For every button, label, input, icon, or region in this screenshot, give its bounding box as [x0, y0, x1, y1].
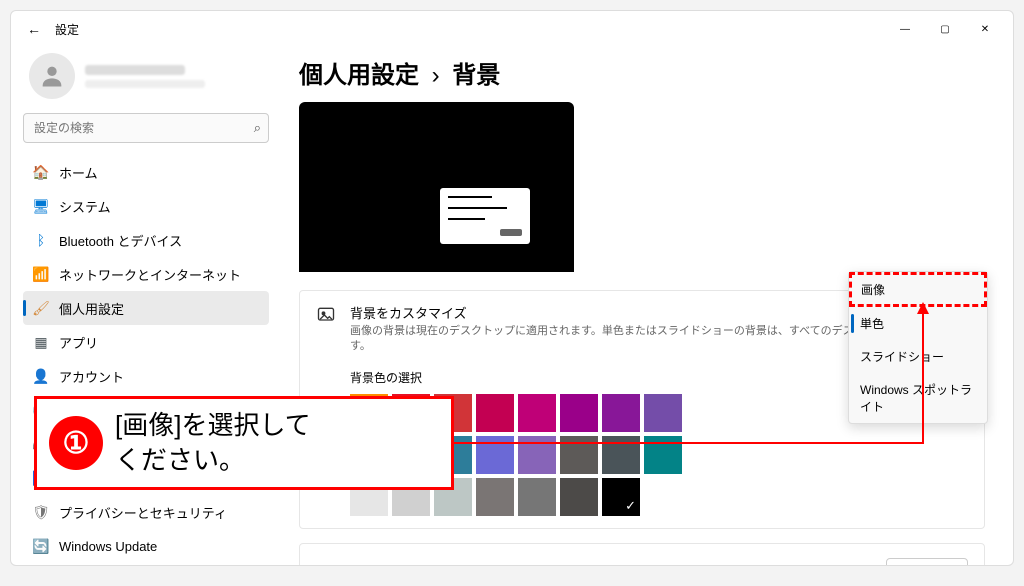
- sidebar-item-priv[interactable]: 🛡 プライバシーとセキュリティ: [23, 495, 269, 529]
- breadcrumb-sep: ›: [432, 62, 440, 89]
- sidebar-item-label: 個人用設定: [59, 299, 124, 318]
- annotation-arrow: [454, 442, 924, 444]
- color-swatch[interactable]: [476, 394, 514, 432]
- sidebar-item-label: アカウント: [59, 367, 124, 386]
- sidebar-item-label: プライバシーとセキュリティ: [59, 503, 227, 522]
- color-swatch[interactable]: [476, 478, 514, 516]
- sidebar-item-label: Windows Update: [59, 539, 157, 554]
- sidebar-item-label: ネットワークとインターネット: [59, 265, 241, 284]
- home-icon: 🏠: [33, 164, 49, 180]
- breadcrumb-parent[interactable]: 個人用設定: [299, 62, 419, 89]
- sidebar-item-label: ホーム: [59, 163, 98, 182]
- background-type-dropdown[interactable]: 画像 単色 スライドショー Windows スポットライト: [848, 271, 988, 424]
- profile[interactable]: [23, 47, 269, 113]
- color-swatch[interactable]: [518, 478, 556, 516]
- annotation-arrow: [922, 312, 924, 442]
- annotation-callout: ① [画像]を選択して ください。: [34, 396, 454, 490]
- picture-icon: [316, 305, 336, 325]
- color-swatch[interactable]: [560, 394, 598, 432]
- acct-icon: 👤: [33, 368, 49, 384]
- search-input[interactable]: [23, 113, 269, 143]
- user-color-label: ユーザー設定の色: [350, 564, 454, 566]
- sidebar-item-label: アプリ: [59, 333, 98, 352]
- net-icon: 📶: [33, 266, 49, 282]
- sidebar-item-bt[interactable]: ᛒ Bluetooth とデバイス: [23, 223, 269, 257]
- color-swatch[interactable]: [518, 394, 556, 432]
- sidebar-item-acct[interactable]: 👤 アカウント: [23, 359, 269, 393]
- color-swatch[interactable]: [560, 478, 598, 516]
- annotation-number: ①: [49, 416, 103, 470]
- minimize-button[interactable]: ―: [885, 15, 925, 43]
- sidebar-item-apps[interactable]: ▦ アプリ: [23, 325, 269, 359]
- sidebar-item-system[interactable]: 🖥 システム: [23, 189, 269, 223]
- bt-icon: ᛒ: [33, 232, 49, 248]
- color-swatch[interactable]: [602, 394, 640, 432]
- sidebar-item-label: Bluetooth とデバイス: [59, 231, 182, 250]
- search-box[interactable]: ⌕: [23, 113, 269, 143]
- maximize-button[interactable]: ▢: [925, 15, 965, 43]
- breadcrumb: 個人用設定 › 背景: [299, 55, 985, 90]
- wu-icon: 🔄: [33, 538, 49, 554]
- annotation-text: [画像]を選択して ください。: [115, 408, 311, 478]
- dropdown-opt-spotlight[interactable]: Windows スポットライト: [849, 373, 987, 423]
- close-button[interactable]: ✕: [965, 15, 1005, 43]
- app-title: 設定: [55, 21, 79, 38]
- color-swatch[interactable]: [602, 478, 640, 516]
- sidebar-item-pers[interactable]: 🖌 個人用設定: [23, 291, 269, 325]
- sidebar-item-net[interactable]: 📶 ネットワークとインターネット: [23, 257, 269, 291]
- breadcrumb-current: 背景: [452, 62, 500, 89]
- user-color-section: ユーザー設定の色 色の表示: [299, 543, 985, 566]
- titlebar: ← 設定 ― ▢ ✕: [11, 11, 1013, 47]
- dropdown-opt-slideshow[interactable]: スライドショー: [849, 340, 987, 373]
- priv-icon: 🛡: [33, 504, 49, 520]
- pers-icon: 🖌: [33, 300, 49, 316]
- back-button[interactable]: ←: [27, 21, 41, 37]
- color-swatch[interactable]: [644, 394, 682, 432]
- show-color-button[interactable]: 色の表示: [886, 558, 968, 566]
- preview-window: [440, 188, 530, 244]
- sidebar-item-wu[interactable]: 🔄 Windows Update: [23, 529, 269, 563]
- desktop-preview: [299, 102, 574, 272]
- search-icon: ⌕: [254, 120, 261, 136]
- system-icon: 🖥: [33, 198, 49, 214]
- annotation-arrowhead: [917, 302, 929, 314]
- apps-icon: ▦: [33, 334, 49, 350]
- sidebar-item-label: システム: [59, 197, 111, 216]
- avatar: [29, 53, 75, 99]
- sidebar-item-home[interactable]: 🏠 ホーム: [23, 155, 269, 189]
